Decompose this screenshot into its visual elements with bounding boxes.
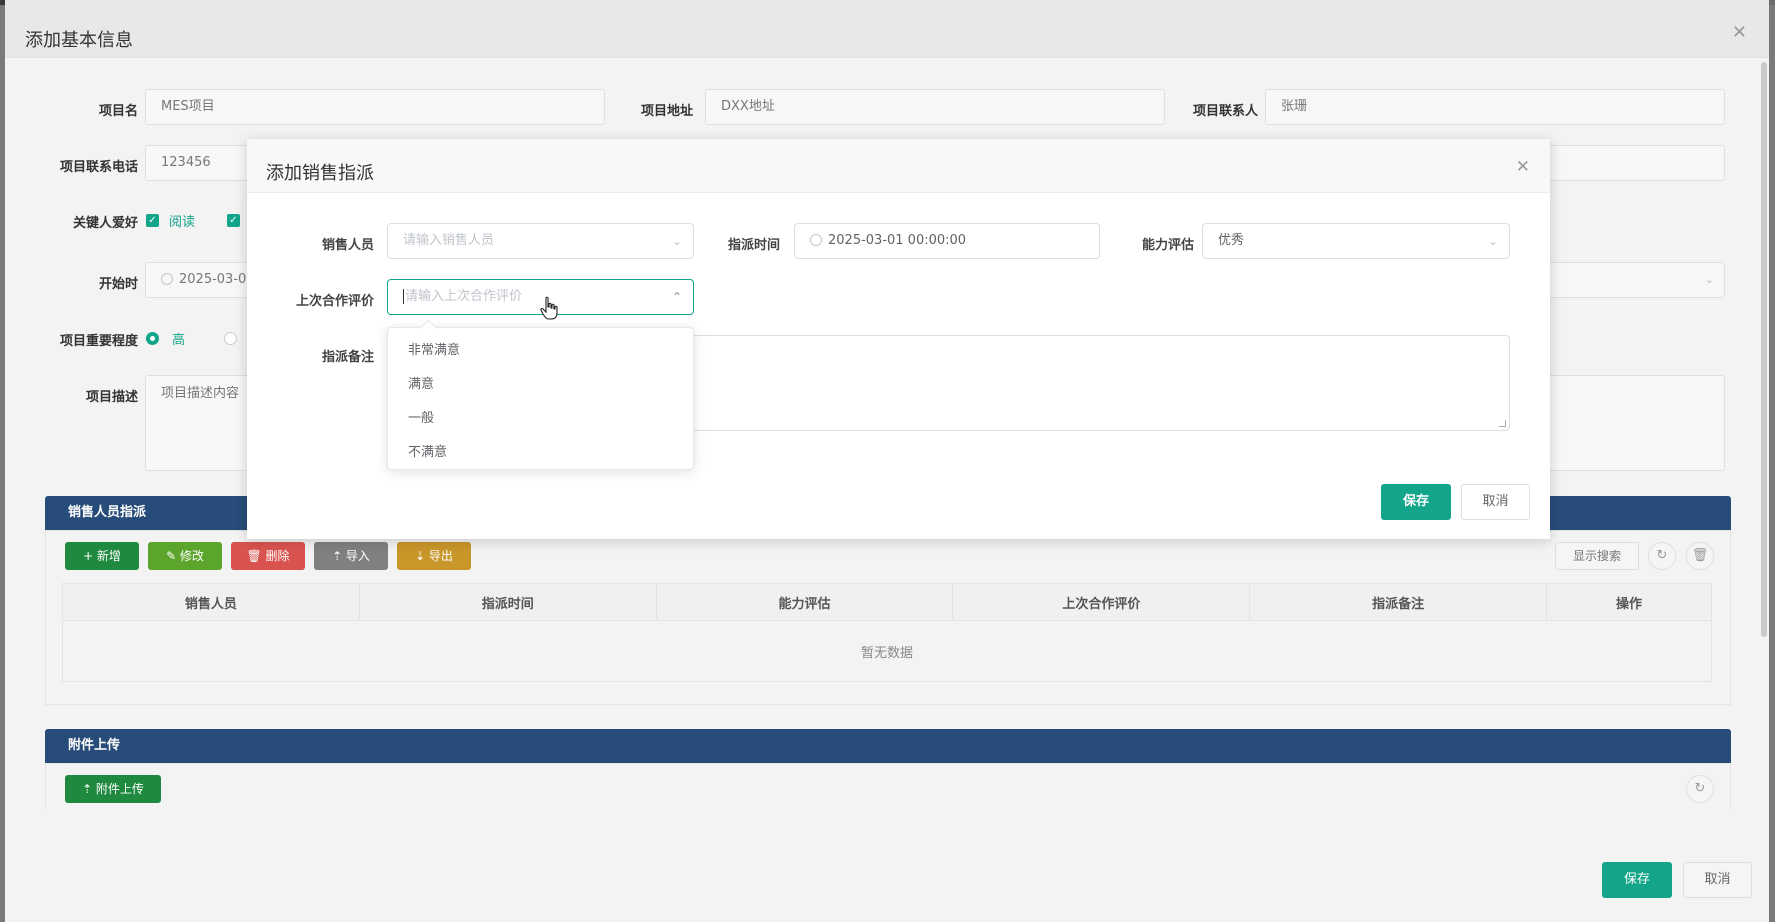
col-assign-time[interactable]: 指派时间	[358, 583, 657, 621]
ability-label: 能力评估	[1141, 238, 1194, 253]
hand-cursor-icon	[540, 296, 558, 320]
importance-radio-other[interactable]	[224, 332, 237, 345]
outer-dialog-header: 添加基本信息 ✕	[5, 0, 1769, 58]
description-label: 项目描述	[85, 390, 138, 405]
importance-radio-high[interactable]	[146, 332, 159, 345]
outer-cancel-button[interactable]: 取消	[1683, 862, 1752, 898]
dialog-title: 添加销售指派	[266, 163, 374, 184]
project-name-label: 项目名	[98, 104, 138, 119]
hobby-checkbox-1[interactable]: ✓	[146, 214, 159, 227]
importance-label: 项目重要程度	[59, 334, 138, 349]
attach-refresh-icon[interactable]: ↻	[1686, 775, 1714, 803]
sales-table: 销售人员 指派时间 能力评估 上次合作评价 指派备注 操作 暂无数据	[62, 583, 1712, 682]
option-satisfied[interactable]: 满意	[388, 368, 693, 402]
importance-high-label: 高	[172, 333, 186, 348]
salesperson-label: 销售人员	[321, 238, 374, 253]
outer-save-button[interactable]: 保存	[1602, 862, 1672, 898]
assign-time-picker[interactable]: 2025-03-01 00:00:00	[794, 223, 1100, 259]
upload-attachment-button[interactable]: ⇡ 附件上传	[65, 775, 161, 803]
last-eval-label: 上次合作评价	[295, 294, 374, 309]
project-contact-input[interactable]: 张珊	[1265, 89, 1725, 125]
last-eval-dropdown: 非常满意 满意 一般 不满意	[387, 327, 694, 470]
option-very-satisfied[interactable]: 非常满意	[388, 334, 693, 368]
start-time-label: 开始时	[98, 277, 138, 292]
outer-dialog-title: 添加基本信息	[25, 30, 133, 51]
attach-section-header: 附件上传	[45, 729, 1731, 763]
project-name-input[interactable]: MES项目	[145, 89, 605, 125]
dialog-save-button[interactable]: 保存	[1381, 484, 1451, 520]
refresh-icon[interactable]: ↻	[1648, 542, 1676, 570]
chevron-down-icon: ⌄	[1704, 273, 1714, 286]
dialog-header: 添加销售指派 ✕	[247, 139, 1550, 193]
col-actions[interactable]: 操作	[1546, 583, 1712, 621]
delete-button[interactable]: 🗑 删除	[231, 542, 305, 570]
chevron-down-icon: ⌄	[671, 234, 682, 248]
attach-section-panel	[45, 763, 1731, 809]
table-header-row: 销售人员 指派时间 能力评估 上次合作评价 指派备注 操作	[62, 583, 1712, 621]
start-time-input[interactable]: 2025-03-01	[145, 262, 255, 298]
table-row: 暂无数据	[62, 620, 1712, 682]
option-unsatisfied[interactable]: 不满意	[388, 436, 693, 470]
col-salesperson[interactable]: 销售人员	[62, 583, 360, 621]
project-phone-label: 项目联系电话	[59, 160, 138, 175]
chevron-up-icon: ⌃	[671, 290, 682, 304]
remark-label: 指派备注	[321, 350, 374, 365]
hobby-option-label: 阅读	[169, 215, 196, 230]
dialog-close-icon[interactable]: ✕	[1516, 157, 1530, 177]
description-textarea[interactable]: 项目描述内容	[145, 375, 255, 471]
edit-button[interactable]: ✎ 修改	[148, 542, 222, 570]
text-caret	[403, 289, 404, 304]
col-remark[interactable]: 指派备注	[1249, 583, 1548, 621]
project-address-input[interactable]: DXX地址	[705, 89, 1165, 125]
option-average[interactable]: 一般	[388, 402, 693, 436]
outer-close-icon[interactable]: ✕	[1732, 22, 1747, 43]
hobby-checkbox-2[interactable]: ✓	[227, 214, 240, 227]
trash-icon[interactable]: 🗑	[1686, 542, 1714, 570]
col-last-eval[interactable]: 上次合作评价	[952, 583, 1251, 621]
key-hobby-label: 关键人爱好	[72, 216, 138, 231]
outer-scrollbar[interactable]	[1761, 62, 1767, 637]
dialog-cancel-button[interactable]: 取消	[1461, 484, 1530, 520]
empty-text: 暂无数据	[62, 620, 1712, 682]
clock-icon	[161, 272, 173, 285]
project-contact-label: 项目联系人	[1192, 104, 1258, 119]
salesperson-select[interactable]: 请输入销售人员 ⌄	[387, 223, 694, 259]
project-address-label: 项目地址	[640, 104, 693, 119]
clock-icon	[810, 233, 822, 246]
assign-time-label: 指派时间	[727, 238, 780, 253]
export-button[interactable]: ⇣ 导出	[397, 542, 471, 570]
add-button[interactable]: + 新增	[65, 542, 139, 570]
show-search-button[interactable]: 显示搜索	[1555, 542, 1639, 570]
ability-select[interactable]: 优秀 ⌄	[1202, 223, 1510, 259]
import-button[interactable]: ⇡ 导入	[314, 542, 388, 570]
chevron-down-icon: ⌄	[1487, 234, 1498, 248]
col-ability[interactable]: 能力评估	[655, 583, 954, 621]
